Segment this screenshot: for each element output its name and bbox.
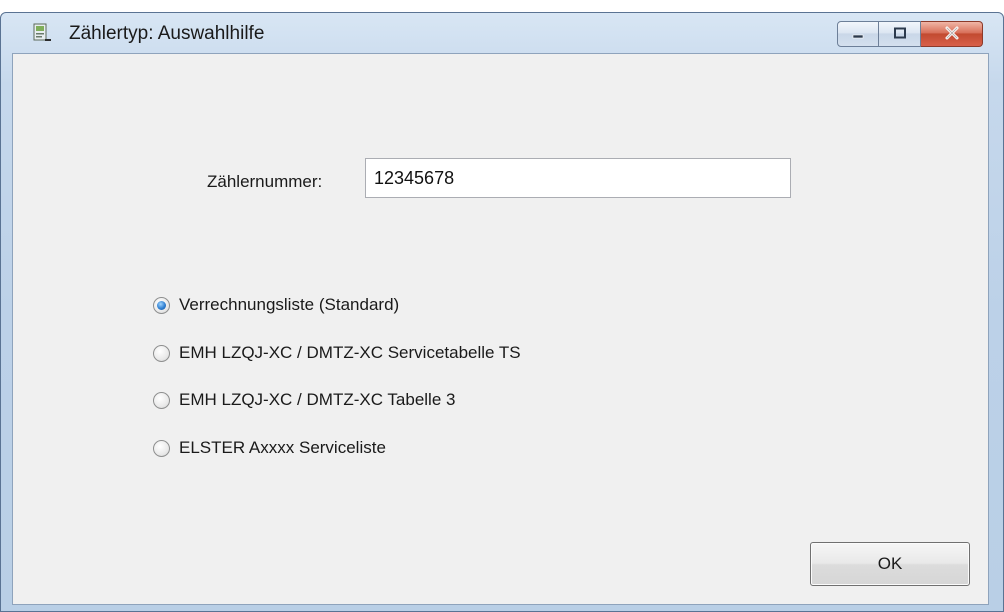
radio-option-label: Verrechnungsliste (Standard) xyxy=(179,295,400,314)
radio-option-emh-tabelle-3[interactable]: EMH LZQJ-XC / DMTZ-XC Tabelle 3 xyxy=(153,387,455,413)
close-button[interactable] xyxy=(921,21,983,47)
window-title: Zählertyp: Auswahlhilfe xyxy=(69,23,265,44)
radio-option-label: EMH LZQJ-XC / DMTZ-XC Tabelle 3 xyxy=(179,390,456,409)
maximize-button[interactable] xyxy=(879,21,921,47)
dialog-window: Zählertyp: Auswahlhilfe Zählernummer: 12… xyxy=(0,12,1004,612)
radio-button[interactable] xyxy=(153,439,170,457)
radio-option-emh-servicetabelle-ts[interactable]: EMH LZQJ-XC / DMTZ-XC Servicetabelle TS xyxy=(153,340,521,366)
document-icon xyxy=(33,23,51,43)
minimize-button[interactable] xyxy=(837,21,879,47)
dialog-client-area: Zählernummer: Verrechnungsliste (Standar… xyxy=(12,53,989,605)
maximize-icon xyxy=(893,27,907,42)
radio-option-elster-serviceliste[interactable]: ELSTER Axxxx Serviceliste xyxy=(153,435,386,461)
radio-option-label: ELSTER Axxxx Serviceliste xyxy=(179,438,386,457)
meter-number-label: Zählernummer: xyxy=(207,172,323,191)
radio-option-label: EMH LZQJ-XC / DMTZ-XC Servicetabelle TS xyxy=(179,343,521,362)
radio-option-verrechnungsliste[interactable]: Verrechnungsliste (Standard) xyxy=(153,292,399,318)
caption-buttons xyxy=(837,21,983,47)
radio-button[interactable] xyxy=(153,344,170,362)
minimize-icon xyxy=(851,27,865,42)
meter-number-input[interactable] xyxy=(365,158,791,198)
ok-button[interactable]: OK xyxy=(810,542,970,586)
radio-button[interactable] xyxy=(153,391,170,409)
radio-button-selected[interactable] xyxy=(153,296,170,314)
close-icon xyxy=(944,26,960,43)
title-bar[interactable]: Zählertyp: Auswahlhilfe xyxy=(1,13,1003,53)
